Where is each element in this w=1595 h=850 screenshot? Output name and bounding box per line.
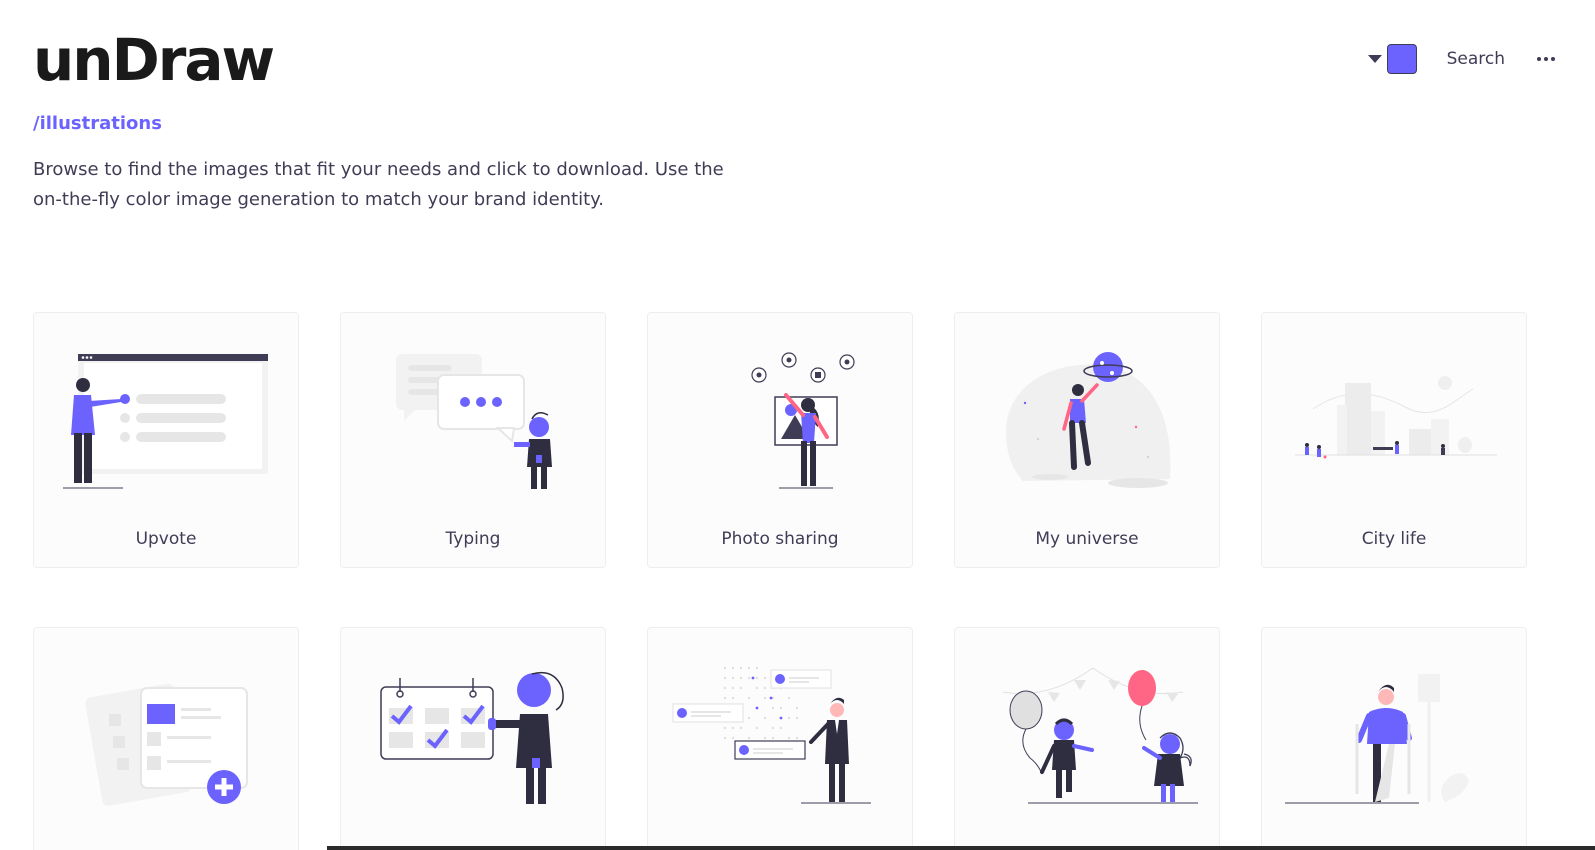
city-life-illustration-icon bbox=[1295, 376, 1497, 459]
bottom-bar bbox=[327, 846, 1595, 850]
upvote-illustration-icon bbox=[63, 354, 268, 489]
chevron-down-icon[interactable] bbox=[1367, 55, 1382, 63]
illustration-card[interactable]: My universe bbox=[954, 312, 1220, 568]
add-document-illustration-icon bbox=[85, 683, 248, 806]
my-universe-illustration-icon bbox=[1006, 352, 1171, 488]
illustration-card[interactable] bbox=[340, 627, 606, 850]
illustration-card[interactable] bbox=[1261, 627, 1527, 850]
illustration-card[interactable]: Typing bbox=[340, 312, 606, 568]
illustration-card[interactable] bbox=[647, 627, 913, 850]
more-options-icon[interactable] bbox=[1537, 57, 1555, 61]
illustration-card[interactable]: City life bbox=[1261, 312, 1527, 568]
illustration-title: Typing bbox=[445, 529, 501, 549]
header-controls: Search bbox=[1367, 44, 1555, 74]
illustration-title: Photo sharing bbox=[721, 529, 839, 549]
injured-illustration-icon bbox=[1285, 674, 1469, 804]
timeline-illustration-icon bbox=[672, 666, 871, 804]
illustration-title: Upvote bbox=[135, 529, 197, 549]
illustration-card[interactable]: Upvote bbox=[33, 312, 299, 568]
section-path[interactable]: /illustrations bbox=[33, 113, 162, 134]
illustration-card[interactable] bbox=[954, 627, 1220, 850]
balloons-illustration-icon bbox=[1002, 667, 1198, 804]
illustration-card[interactable]: Photo sharing bbox=[647, 312, 913, 568]
typing-illustration-icon bbox=[396, 354, 552, 489]
photo-sharing-illustration-icon bbox=[751, 352, 855, 489]
illustration-card[interactable] bbox=[33, 627, 299, 850]
site-logo[interactable]: unDraw bbox=[33, 24, 275, 96]
page-description: Browse to find the images that fit your … bbox=[33, 159, 724, 210]
illustration-title: My universe bbox=[1035, 529, 1139, 549]
illustration-title: City life bbox=[1361, 529, 1427, 549]
color-picker-swatch[interactable] bbox=[1386, 44, 1417, 74]
illustrations-grid: Upvote Typing Photo sharing My universe … bbox=[33, 312, 1527, 850]
search-button[interactable]: Search bbox=[1447, 49, 1505, 69]
calendar-illustration-icon bbox=[380, 671, 564, 804]
